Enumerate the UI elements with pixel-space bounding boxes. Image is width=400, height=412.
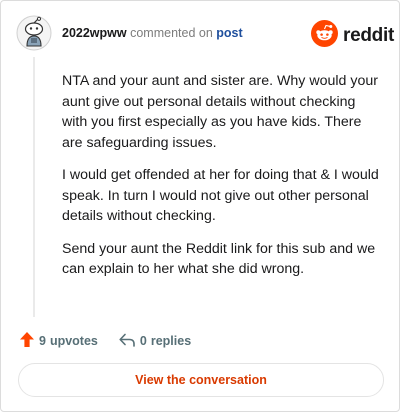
- upvote-arrow-icon: [19, 331, 35, 351]
- comment-header: 2022wpww commented on post: [62, 26, 243, 40]
- comment-body: NTA and your aunt and sister are. Why wo…: [62, 71, 382, 292]
- comment-actions: 9 upvotes 0 replies: [19, 331, 191, 351]
- reply-arrow-icon: [118, 332, 136, 351]
- view-conversation-button[interactable]: View the conversation: [18, 363, 384, 397]
- reddit-logo-icon: [311, 20, 338, 52]
- thread-line: [33, 57, 35, 317]
- comment-paragraph: NTA and your aunt and sister are. Why wo…: [62, 73, 378, 151]
- comment-paragraph: Send your aunt the Reddit link for this …: [62, 240, 376, 278]
- upvote-button[interactable]: 9 upvotes: [19, 331, 98, 351]
- upvote-count: 9: [39, 334, 46, 348]
- comment-paragraph: I would get offended at her for doing th…: [62, 167, 379, 224]
- action-text: commented on: [130, 26, 213, 40]
- reddit-wordmark: reddit: [343, 25, 394, 46]
- reddit-brand[interactable]: reddit: [311, 20, 394, 52]
- comment-embed-card: 2022wpww commented on post reddit NTA an…: [0, 0, 400, 412]
- reply-count: 0: [139, 334, 147, 348]
- replies-button[interactable]: 0 replies: [118, 332, 191, 351]
- user-avatar-icon[interactable]: [16, 15, 52, 51]
- post-link[interactable]: post: [216, 26, 242, 40]
- upvote-label: upvotes: [49, 334, 98, 348]
- reply-label: replies: [150, 334, 192, 348]
- username-link[interactable]: 2022wpww: [62, 26, 127, 40]
